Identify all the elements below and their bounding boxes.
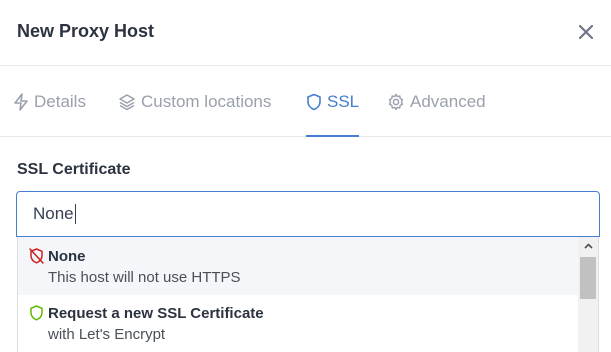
option-subtitle: This host will not use HTTPS — [48, 269, 241, 286]
tab-bar: Details Custom locations SSL Advanced — [0, 67, 611, 137]
modal-title: New Proxy Host — [17, 21, 155, 41]
scrollbar-thumb[interactable] — [580, 257, 596, 299]
chevron-up-icon — [583, 243, 593, 249]
layers-icon — [119, 93, 135, 110]
ssl-certificate-select[interactable]: None — [16, 191, 600, 237]
tab-label: SSL — [327, 91, 360, 111]
tab-label: Custom locations — [141, 91, 272, 111]
scroll-up-button[interactable] — [578, 237, 598, 255]
text-caret — [74, 204, 76, 224]
tab-label: Advanced — [410, 91, 486, 111]
shield-off-icon — [29, 248, 44, 264]
close-icon — [579, 25, 593, 39]
select-input-value: None — [33, 204, 74, 223]
ssl-certificate-label: SSL Certificate — [17, 161, 131, 178]
tab-details[interactable]: Details — [13, 67, 86, 136]
gear-icon — [388, 93, 404, 110]
tab-custom-locations[interactable]: Custom locations — [118, 67, 271, 136]
tab-label: Details — [34, 91, 86, 111]
tab-ssl[interactable]: SSL — [306, 67, 360, 137]
modal-header: New Proxy Host — [0, 0, 611, 66]
option-title: Request a new SSL Certificate — [48, 304, 264, 322]
option-subtitle: with Let's Encrypt — [48, 326, 166, 343]
dropdown-scrollbar[interactable] — [578, 237, 598, 352]
option-title: None — [48, 247, 86, 265]
tab-advanced[interactable]: Advanced — [387, 67, 486, 136]
ssl-certificate-dropdown: None This host will not use HTTPS Reques… — [17, 237, 599, 352]
dropdown-option-request-certificate[interactable]: Request a new SSL Certificate with Let's… — [18, 295, 578, 352]
shield-icon — [30, 305, 43, 321]
close-button[interactable] — [576, 22, 596, 42]
dropdown-option-none[interactable]: None This host will not use HTTPS — [18, 237, 578, 295]
shield-icon — [307, 93, 321, 110]
bolt-icon — [14, 92, 28, 111]
